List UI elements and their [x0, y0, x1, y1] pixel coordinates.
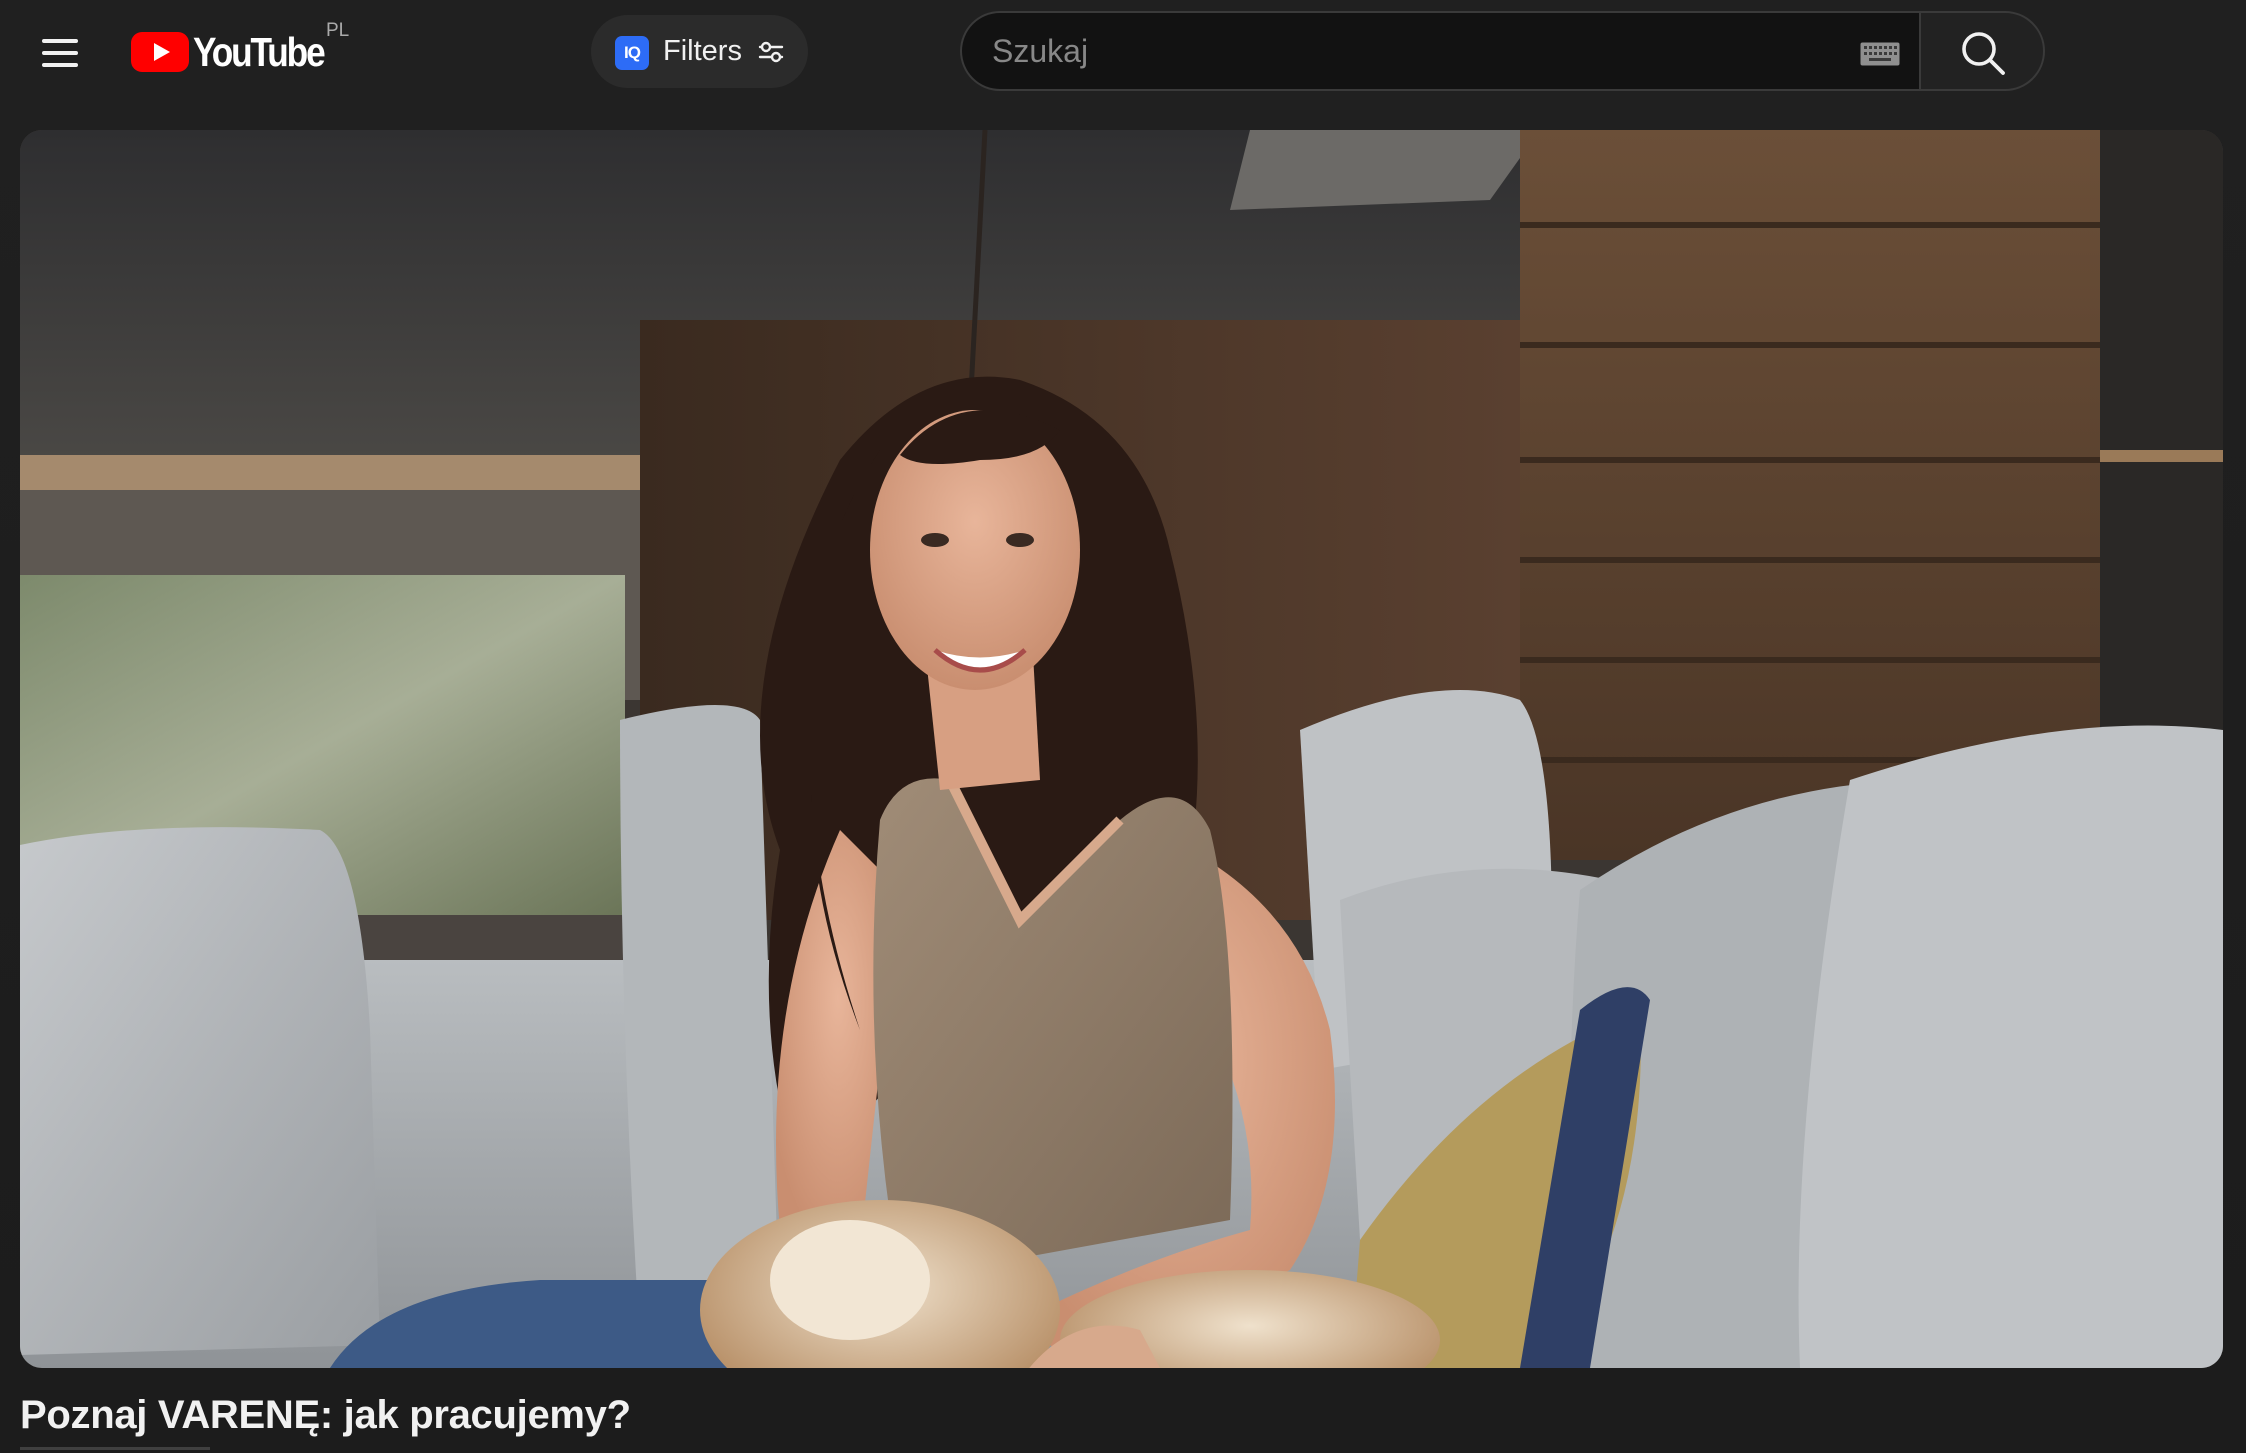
country-code: PL: [326, 20, 350, 41]
video-title: Poznaj VARENĘ: jak pracujemy?: [20, 1393, 631, 1437]
youtube-wordmark: YouTube: [193, 28, 326, 75]
youtube-logo[interactable]: YouTube: [131, 28, 345, 76]
search-input[interactable]: [992, 25, 1792, 77]
search-icon: [1962, 32, 2005, 75]
filters-button[interactable]: IQ Filters: [591, 15, 808, 88]
sliders-icon: [758, 41, 784, 63]
filters-label: Filters: [663, 35, 742, 67]
iq-icon: IQ: [615, 36, 649, 70]
masthead: YouTube PL IQ Filters: [0, 0, 2246, 102]
video-frame: [20, 130, 2223, 1368]
youtube-play-icon: [131, 32, 189, 72]
title-divider: [20, 1447, 210, 1450]
video-player[interactable]: [20, 130, 2223, 1368]
youtube-watch-page: YouTube PL IQ Filters Szukaj Poznaj VARE…: [0, 0, 2246, 1453]
search-button[interactable]: [1919, 11, 2045, 91]
keyboard-icon[interactable]: [1860, 42, 1900, 66]
menu-icon[interactable]: [34, 26, 86, 78]
search-box: [960, 11, 1919, 91]
